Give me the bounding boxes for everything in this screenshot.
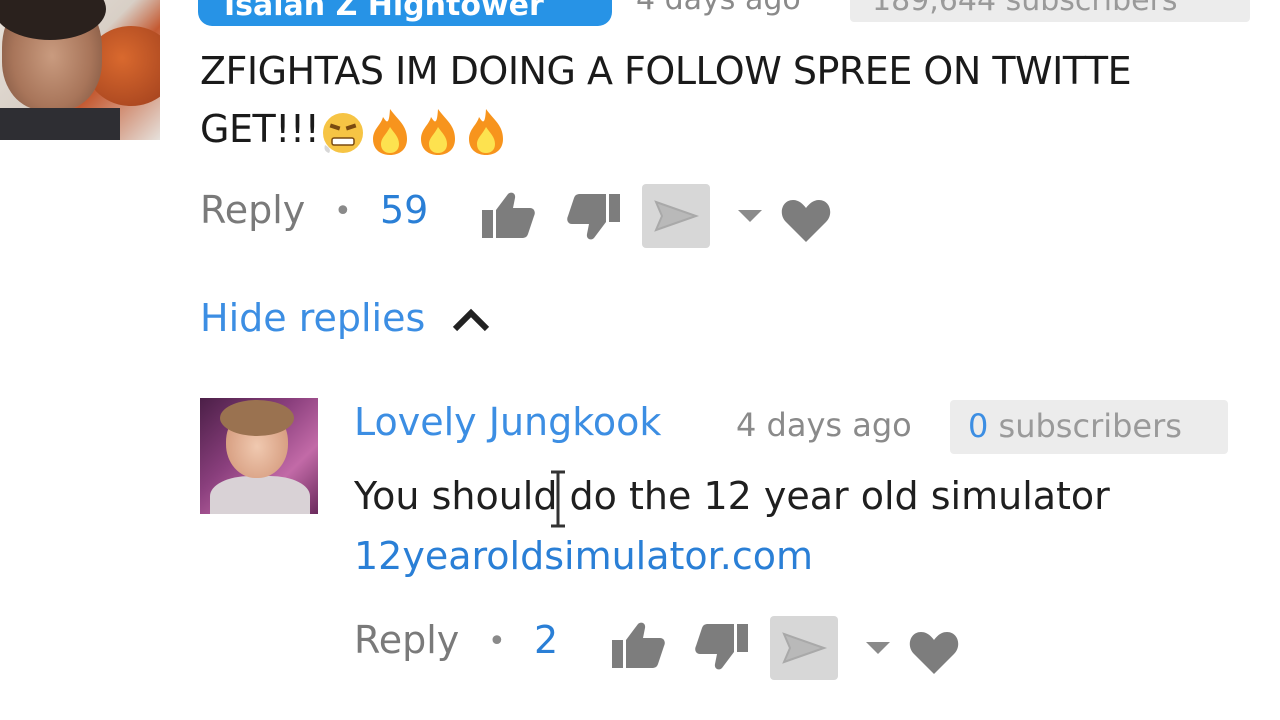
thumbs-up-icon[interactable] bbox=[480, 190, 536, 240]
parent-comment-line-2: GET!!! bbox=[200, 107, 320, 151]
parent-timestamp[interactable]: 4 days ago bbox=[636, 0, 801, 17]
reply-like-count: 2 bbox=[534, 618, 559, 662]
angry-face-emoji-icon bbox=[323, 112, 364, 153]
reply-comment-text: You should do the 12 year old simulator bbox=[354, 474, 1110, 518]
share-icon bbox=[654, 200, 700, 232]
share-button[interactable] bbox=[642, 184, 710, 248]
reply-subscriber-badge: 0 subscribers bbox=[950, 400, 1228, 454]
reply-timestamp[interactable]: 4 days ago bbox=[736, 406, 912, 444]
parent-subscriber-badge: 189,644 subscribers bbox=[850, 0, 1250, 22]
dropdown-caret-icon[interactable] bbox=[866, 642, 890, 656]
parent-subscriber-count: 189,644 subscribers bbox=[872, 0, 1178, 18]
fire-emoji-icon bbox=[469, 108, 504, 155]
share-button[interactable] bbox=[770, 616, 838, 680]
parent-comment-line-1: ZFIGHTAS IM DOING A FOLLOW SPREE ON TWIT… bbox=[200, 49, 1132, 93]
parent-reply-button[interactable]: Reply bbox=[200, 188, 305, 232]
emoji-group bbox=[319, 107, 509, 157]
hide-replies-toggle[interactable]: Hide replies bbox=[200, 296, 491, 340]
hide-replies-label[interactable]: Hide replies bbox=[200, 296, 425, 340]
reply-avatar[interactable] bbox=[200, 398, 318, 514]
dropdown-caret-icon[interactable] bbox=[738, 210, 762, 224]
reply-author-name[interactable]: Lovely Jungkook bbox=[354, 400, 661, 444]
thumbs-down-icon[interactable] bbox=[694, 622, 750, 672]
thumbs-down-icon[interactable] bbox=[566, 192, 622, 242]
reply-comment-link[interactable]: 12yearoldsimulator.com bbox=[354, 534, 813, 578]
thumbs-up-icon[interactable] bbox=[610, 620, 666, 670]
ibeam-cursor-icon bbox=[551, 470, 565, 528]
heart-icon[interactable] bbox=[908, 630, 960, 676]
parent-author-badge[interactable]: Isaiah Z Hightower bbox=[198, 0, 612, 26]
chevron-up-icon[interactable] bbox=[451, 307, 491, 335]
share-icon bbox=[782, 632, 828, 664]
separator-dot: • bbox=[488, 624, 506, 659]
fire-emoji-icon bbox=[421, 108, 456, 155]
parent-avatar[interactable] bbox=[0, 0, 160, 140]
reply-reply-button[interactable]: Reply bbox=[354, 618, 459, 662]
heart-icon[interactable] bbox=[780, 198, 832, 244]
reply-subscriber-label: subscribers bbox=[998, 407, 1182, 445]
parent-like-count: 59 bbox=[380, 188, 429, 232]
reply-subscriber-count: 0 bbox=[968, 407, 989, 445]
parent-comment-text: ZFIGHTAS IM DOING A FOLLOW SPREE ON TWIT… bbox=[200, 42, 1280, 162]
fire-emoji-icon bbox=[373, 108, 408, 155]
separator-dot: • bbox=[334, 194, 352, 229]
parent-author-name[interactable]: Isaiah Z Hightower bbox=[224, 0, 544, 23]
